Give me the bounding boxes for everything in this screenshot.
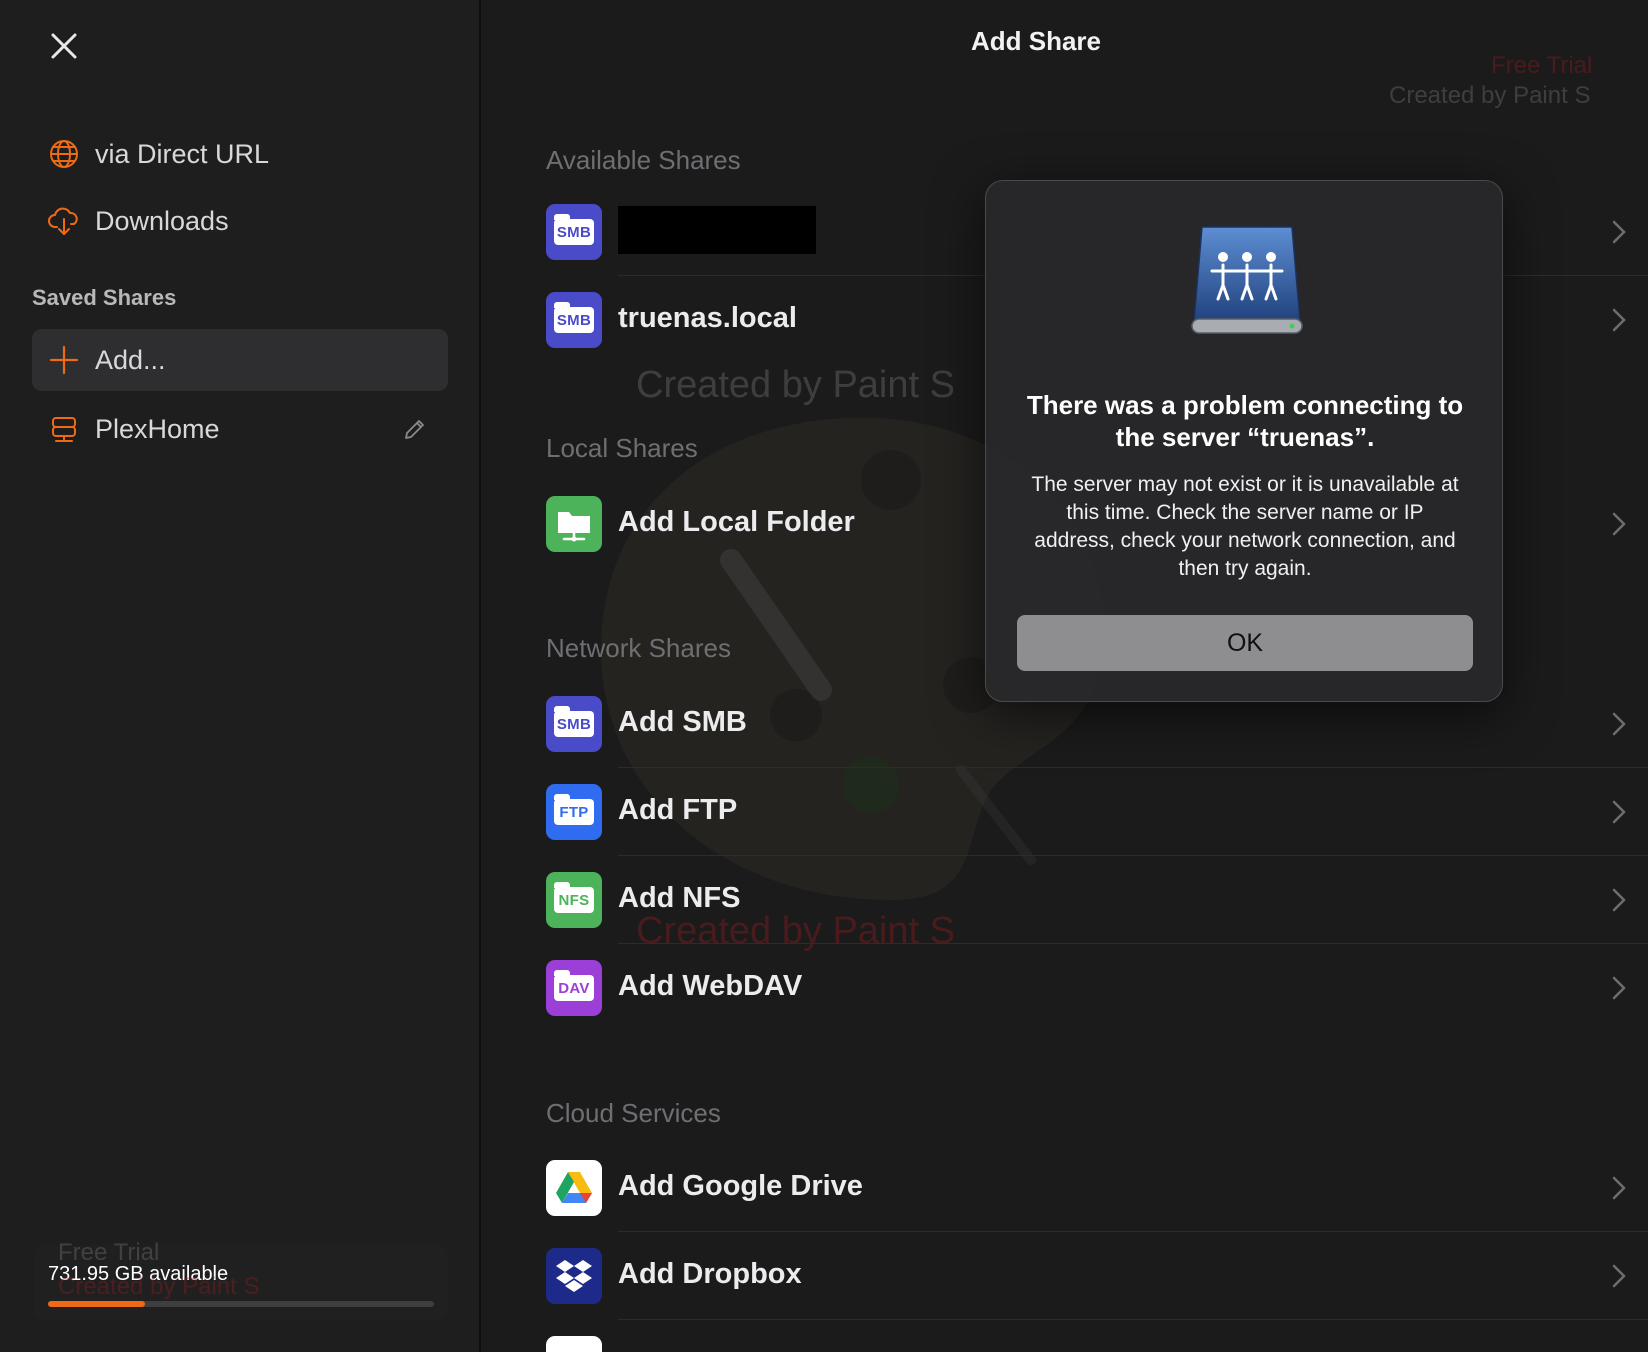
plus-icon (48, 344, 80, 376)
server-icon (48, 413, 80, 445)
add-ftp-row[interactable]: FTP Add FTP (546, 768, 1648, 856)
network-server-icon (1191, 226, 1303, 334)
section-heading-cloud: Cloud Services (546, 1098, 721, 1128)
error-dialog: There was a problem connecting to the se… (985, 180, 1503, 702)
cloud-row-partial[interactable] (546, 1320, 1648, 1352)
redacted-share-name (618, 206, 816, 254)
share-name: Add NFS (618, 882, 741, 914)
storage-progress-fill (48, 1301, 145, 1307)
local-folder-icon (546, 496, 602, 552)
section-heading-network: Network Shares (546, 633, 731, 663)
share-name: Add FTP (618, 794, 738, 826)
saved-shares-heading: Saved Shares (32, 285, 177, 310)
page-title: Add Share (970, 26, 1102, 56)
sidebar-item-add[interactable]: Add... (32, 329, 448, 391)
section-heading-local: Local Shares (546, 433, 698, 463)
smb-share-icon: SMB (546, 204, 602, 260)
webdav-icon: DAV (546, 960, 602, 1016)
app-window: via Direct URL Downloads Saved Shares Ad… (0, 0, 1648, 1352)
add-google-drive-row[interactable]: Add Google Drive (546, 1144, 1648, 1232)
chevron-right-icon (1612, 800, 1626, 824)
chevron-right-icon (1612, 1176, 1626, 1200)
sidebar-item-downloads[interactable]: Downloads (32, 190, 448, 252)
close-icon (51, 33, 77, 59)
watermark-created-by: Created by Paint S (1389, 82, 1591, 109)
sidebar-item-label: PlexHome (95, 413, 220, 444)
cloud-service-icon (546, 1336, 602, 1352)
dialog-title: There was a problem connecting to the se… (1026, 390, 1464, 452)
dialog-message: The server may not exist or it is unavai… (1031, 473, 1459, 580)
chevron-right-icon (1612, 712, 1626, 736)
chevron-right-icon (1612, 220, 1626, 244)
sidebar-item-plexhome[interactable]: PlexHome (32, 398, 448, 460)
chevron-right-icon (1612, 1264, 1626, 1288)
sidebar-item-label: Add... (95, 344, 166, 375)
edit-pencil-icon[interactable] (402, 416, 428, 442)
share-name: Add SMB (618, 706, 747, 738)
add-webdav-row[interactable]: DAV Add WebDAV (546, 944, 1648, 1032)
cloud-download-icon (48, 205, 80, 237)
share-name: Add Local Folder (618, 506, 855, 538)
sidebar-item-label: Downloads (95, 205, 229, 236)
sidebar-item-direct-url[interactable]: via Direct URL (32, 123, 448, 185)
storage-progress-bar (48, 1301, 434, 1307)
watermark-created-by: Created by Paint S (636, 364, 955, 406)
nfs-icon: NFS (546, 872, 602, 928)
sidebar-item-label: via Direct URL (95, 138, 270, 169)
ok-button[interactable]: OK (1017, 615, 1473, 671)
smb-icon: SMB (546, 696, 602, 752)
section-heading-available: Available Shares (546, 145, 741, 175)
chevron-right-icon (1612, 976, 1626, 1000)
globe-icon (48, 138, 80, 170)
dropbox-icon (546, 1248, 602, 1304)
chevron-right-icon (1612, 308, 1626, 332)
add-nfs-row[interactable]: NFS Add NFS (546, 856, 1648, 944)
share-name: Add Google Drive (618, 1170, 863, 1202)
share-name: Add Dropbox (618, 1258, 802, 1290)
share-name: truenas.local (618, 302, 797, 334)
ftp-icon: FTP (546, 784, 602, 840)
storage-available-label: 731.95 GB available (48, 1263, 229, 1285)
sidebar: via Direct URL Downloads Saved Shares Ad… (0, 0, 481, 1352)
chevron-right-icon (1612, 512, 1626, 536)
smb-share-icon: SMB (546, 292, 602, 348)
share-name: Add WebDAV (618, 970, 803, 1002)
google-drive-icon (546, 1160, 602, 1216)
close-button[interactable] (44, 26, 84, 66)
storage-indicator: Free Trial 731.95 GB available Created b… (34, 1239, 448, 1321)
add-dropbox-row[interactable]: Add Dropbox (546, 1232, 1648, 1320)
chevron-right-icon (1612, 888, 1626, 912)
